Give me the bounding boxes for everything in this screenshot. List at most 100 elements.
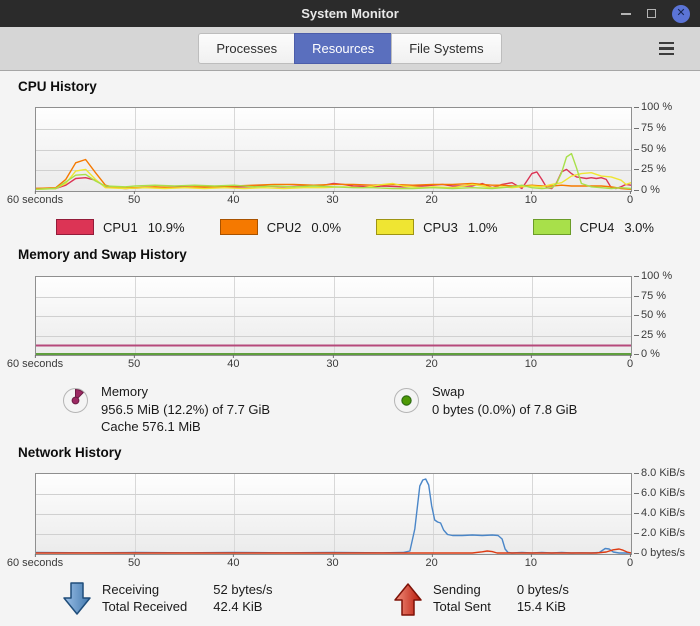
cpu1-label: CPU1 — [103, 220, 138, 235]
x-tick-label: 0 — [627, 194, 633, 206]
x-tick-label: 20 — [426, 557, 438, 569]
memory-y-axis: 100 %75 %50 %25 %0 % — [632, 276, 698, 356]
cpu3-color-swatch — [376, 219, 414, 235]
y-tick-label: 4.0 KiB/s — [641, 507, 685, 519]
y-tick-label: 75 % — [641, 122, 666, 134]
upload-arrow-icon — [393, 581, 423, 617]
view-switcher: Processes Resources File Systems — [198, 33, 501, 64]
receiving-legend-item: Receiving 52 bytes/s Total Received 42.4… — [62, 581, 393, 617]
y-tick-label: 50 % — [641, 309, 666, 321]
cpu-y-axis: 100 %75 %50 %25 %0 % — [632, 107, 698, 192]
y-tick-label: 25 % — [641, 163, 666, 175]
x-tick-label: 50 — [128, 194, 140, 206]
cpu2-value: 0.0% — [311, 220, 341, 235]
receiving-label: Receiving — [102, 581, 187, 599]
x-tick-label: 30 — [326, 194, 338, 206]
y-tick-label: 0 bytes/s — [641, 547, 685, 559]
x-tick-label: 40 — [227, 358, 239, 370]
x-tick-label: 20 — [426, 358, 438, 370]
sending-rate: 0 bytes/s — [517, 581, 569, 599]
cpu4-color-swatch — [533, 219, 571, 235]
memory-history-title: Memory and Swap History — [18, 247, 700, 262]
cpu2-color-swatch — [220, 219, 258, 235]
memory-usage: 956.5 MiB (12.2%) of 7.7 GiB — [101, 401, 270, 419]
cpu4-label: CPU4 — [580, 220, 615, 235]
swap-legend-item[interactable]: Swap 0 bytes (0.0%) of 7.8 GiB — [393, 383, 577, 436]
memory-legend-item[interactable]: Memory 956.5 MiB (12.2%) of 7.7 GiB Cach… — [62, 383, 393, 436]
cpu4-legend-item[interactable]: CPU4 3.0% — [533, 219, 654, 235]
tab-resources[interactable]: Resources — [294, 33, 392, 64]
tab-file-systems[interactable]: File Systems — [391, 33, 501, 64]
sending-legend-item: Sending 0 bytes/s Total Sent 15.4 KiB — [393, 581, 569, 617]
total-received-label: Total Received — [102, 598, 187, 616]
cpu-x-axis: 60 seconds50403020100 — [35, 192, 632, 208]
cpu1-color-swatch — [56, 219, 94, 235]
x-tick-label: 40 — [227, 194, 239, 206]
x-tick-label: 60 seconds — [7, 358, 63, 370]
network-plot-area — [35, 473, 632, 555]
maximize-icon[interactable] — [647, 9, 656, 18]
x-tick-label: 30 — [326, 358, 338, 370]
memory-plot-area — [35, 276, 632, 356]
download-arrow-icon — [62, 581, 92, 617]
cpu2-label: CPU2 — [267, 220, 302, 235]
hamburger-menu-icon[interactable] — [659, 42, 674, 56]
y-tick-label: 100 % — [641, 101, 672, 113]
sending-label: Sending — [433, 581, 491, 599]
x-tick-label: 10 — [525, 358, 537, 370]
memory-x-axis: 60 seconds50403020100 — [35, 356, 632, 372]
memory-cache: Cache 576.1 MiB — [101, 418, 270, 436]
y-tick-label: 25 % — [641, 329, 666, 341]
y-tick-label: 100 % — [641, 270, 672, 282]
y-tick-label: 2.0 KiB/s — [641, 527, 685, 539]
cpu3-value: 1.0% — [468, 220, 498, 235]
y-tick-label: 0 % — [641, 348, 660, 360]
tab-processes[interactable]: Processes — [198, 33, 295, 64]
cpu1-legend-item[interactable]: CPU1 10.9% — [56, 219, 185, 235]
network-history-title: Network History — [18, 445, 700, 460]
y-tick-label: 75 % — [641, 290, 666, 302]
x-tick-label: 0 — [627, 557, 633, 569]
swap-label: Swap — [432, 383, 577, 401]
x-tick-label: 10 — [525, 557, 537, 569]
cpu-history-chart: 60 seconds50403020100 100 %75 %50 %25 %0… — [35, 107, 700, 208]
close-icon[interactable]: ✕ — [672, 5, 690, 23]
y-tick-label: 6.0 KiB/s — [641, 487, 685, 499]
x-tick-label: 10 — [525, 194, 537, 206]
x-tick-label: 60 seconds — [7, 557, 63, 569]
swap-usage: 0 bytes (0.0%) of 7.8 GiB — [432, 401, 577, 419]
x-tick-label: 50 — [128, 557, 140, 569]
swap-pie-icon — [393, 387, 420, 414]
memory-history-chart: 60 seconds50403020100 100 %75 %50 %25 %0… — [35, 276, 700, 372]
x-tick-label: 50 — [128, 358, 140, 370]
memory-legend: Memory 956.5 MiB (12.2%) of 7.7 GiB Cach… — [0, 383, 700, 436]
minimize-icon[interactable] — [621, 13, 631, 15]
cpu2-legend-item[interactable]: CPU2 0.0% — [220, 219, 341, 235]
window-title: System Monitor — [301, 6, 399, 21]
cpu-history-title: CPU History — [18, 71, 700, 94]
cpu-legend: CPU1 10.9% CPU2 0.0% CPU3 1.0% CPU4 3.0% — [56, 214, 654, 240]
y-tick-label: 0 % — [641, 184, 660, 196]
network-x-axis: 60 seconds50403020100 — [35, 555, 632, 571]
cpu-plot-area — [35, 107, 632, 192]
network-y-axis: 8.0 KiB/s6.0 KiB/s4.0 KiB/s2.0 KiB/s0 by… — [632, 473, 698, 555]
total-received-value: 42.4 KiB — [213, 598, 272, 616]
network-history-chart: 60 seconds50403020100 8.0 KiB/s6.0 KiB/s… — [35, 473, 700, 571]
toolbar: Processes Resources File Systems — [0, 27, 700, 71]
receiving-rate: 52 bytes/s — [213, 581, 272, 599]
x-tick-label: 20 — [426, 194, 438, 206]
x-tick-label: 40 — [227, 557, 239, 569]
y-tick-label: 50 % — [641, 143, 666, 155]
titlebar: System Monitor ✕ — [0, 0, 700, 27]
x-tick-label: 30 — [326, 557, 338, 569]
memory-label: Memory — [101, 383, 270, 401]
window-controls: ✕ — [621, 0, 690, 27]
cpu3-label: CPU3 — [423, 220, 458, 235]
network-legend: Receiving 52 bytes/s Total Received 42.4… — [0, 581, 700, 617]
cpu1-value: 10.9% — [148, 220, 185, 235]
total-sent-label: Total Sent — [433, 598, 491, 616]
memory-pie-icon — [62, 387, 89, 414]
x-tick-label: 0 — [627, 358, 633, 370]
cpu3-legend-item[interactable]: CPU3 1.0% — [376, 219, 497, 235]
cpu4-value: 3.0% — [624, 220, 654, 235]
